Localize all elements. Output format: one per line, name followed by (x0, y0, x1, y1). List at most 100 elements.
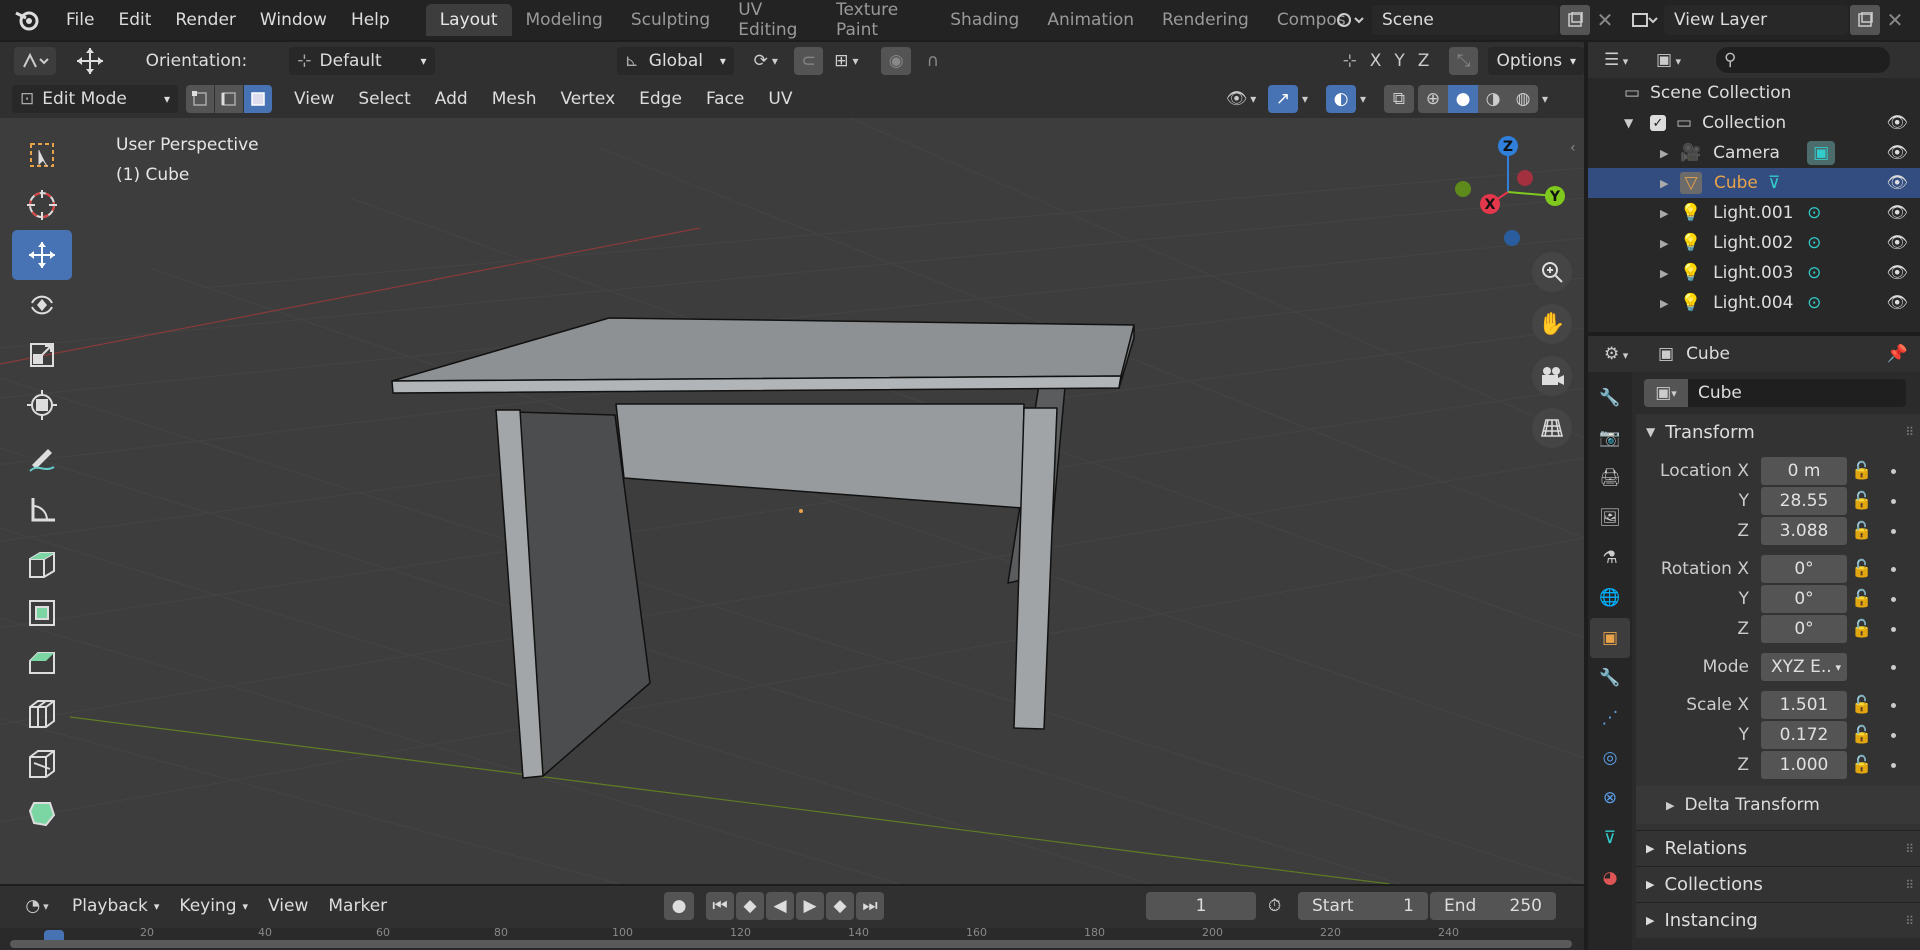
eye-icon[interactable]: 👁 (1886, 203, 1908, 223)
bevel-tool[interactable] (12, 638, 72, 688)
rotation-x-field[interactable]: 0° (1761, 555, 1847, 583)
eye-icon[interactable]: 👁 (1886, 173, 1908, 193)
lock-icon[interactable]: 🔓 (1847, 589, 1877, 609)
scale-x-field[interactable]: 1.501 (1761, 691, 1847, 719)
scale-z-field[interactable]: 1.000 (1761, 751, 1847, 779)
location-z-field[interactable]: 3.088 (1761, 517, 1847, 545)
lock-icon[interactable]: 🔓 (1847, 521, 1877, 541)
pin-icon[interactable]: 📌 (1887, 344, 1908, 364)
rotation-z-field[interactable]: 0° (1761, 615, 1847, 643)
outliner-item-light-003[interactable]: ▶ 💡 Light.003 ⊙ 👁 (1588, 258, 1920, 288)
annotate-tool[interactable] (12, 434, 72, 484)
lock-icon[interactable]: 🔓 (1847, 619, 1877, 639)
snap-target-dropdown[interactable]: ⊞ ▾ (823, 47, 869, 75)
rendered-shading-icon[interactable]: ◍ (1508, 89, 1538, 109)
menu-add[interactable]: Add (423, 80, 480, 118)
rotate-tool[interactable] (12, 280, 72, 330)
drag-handle-icon[interactable]: ⠿ (1905, 914, 1914, 928)
object-type-dropdown[interactable]: ▣ ▾ (1644, 379, 1688, 407)
new-view-layer-icon[interactable] (1850, 5, 1880, 35)
knife-tool[interactable] (12, 738, 72, 788)
face-select-icon[interactable] (244, 85, 272, 113)
next-keyframe-icon[interactable]: ◆ (826, 892, 854, 920)
keyframe-dot[interactable] (1891, 664, 1896, 670)
auto-merge-icon[interactable]: ⤡ (1448, 47, 1479, 75)
collection-checkbox[interactable]: ✓ (1650, 115, 1666, 131)
measure-tool[interactable] (12, 484, 72, 534)
particles-tab-icon[interactable]: ⋰ (1590, 698, 1630, 738)
view-layer-icon[interactable] (1624, 4, 1664, 36)
overlay-dropdown[interactable]: ▾ (1360, 92, 1380, 106)
lock-icon[interactable]: 🔓 (1847, 755, 1877, 775)
expand-arrow-icon[interactable]: ▶ (1660, 207, 1680, 220)
prev-keyframe-icon[interactable]: ◆ (736, 892, 764, 920)
object-name-field[interactable]: Cube (1688, 379, 1906, 407)
render-tab-icon[interactable]: 📷 (1590, 418, 1630, 458)
frame-ruler[interactable]: 20 40 60 80 100 120 140 160 180 200 220 … (0, 928, 1584, 950)
sidebar-toggle-icon[interactable]: ‹ (1570, 140, 1576, 156)
mirror-x-toggle[interactable]: X (1365, 47, 1387, 75)
3d-viewport[interactable]: Orientation: ⊹ Default ▾ ⊾ Global ▾ ⟳ ▾ ⊂… (0, 42, 1584, 884)
vertex-select-icon[interactable] (186, 85, 214, 113)
eye-icon[interactable]: 👁 (1886, 293, 1908, 313)
poly-build-tool[interactable] (12, 788, 72, 838)
move-tool[interactable] (12, 230, 72, 280)
transform-orientation-dropdown[interactable]: ⊾ Global ▾ (616, 47, 734, 75)
location-y-field[interactable]: 28.55 (1761, 487, 1847, 515)
lock-icon[interactable]: 🔓 (1847, 491, 1877, 511)
jump-end-icon[interactable]: ⏭ (856, 892, 884, 920)
keyframe-dot[interactable] (1891, 762, 1896, 768)
play-icon[interactable]: ▶ (796, 892, 824, 920)
pivot-point-dropdown[interactable]: ⟳ ▾ (742, 47, 790, 75)
drag-handle-icon[interactable]: ⠿ (1905, 425, 1914, 439)
neg-y-axis-handle[interactable] (1455, 181, 1471, 197)
neg-x-axis-handle[interactable] (1517, 170, 1533, 186)
scale-y-field[interactable]: 0.172 (1761, 721, 1847, 749)
mode-dropdown[interactable]: ⊡ Edit Mode ▾ (12, 85, 178, 113)
menu-view[interactable]: View (282, 80, 346, 118)
stopwatch-icon[interactable]: ⏱ (1268, 892, 1292, 920)
expand-arrow-icon[interactable]: ▼ (1624, 116, 1650, 130)
tab-sculpting[interactable]: Sculpting (617, 4, 724, 36)
loop-cut-tool[interactable] (12, 688, 72, 738)
gizmo-dropdown[interactable]: ▾ (1302, 92, 1322, 106)
drag-handle-icon[interactable]: ⠿ (1905, 878, 1914, 892)
play-reverse-icon[interactable]: ◀ (766, 892, 794, 920)
tab-shading[interactable]: Shading (936, 4, 1033, 36)
delete-view-layer-icon[interactable]: ✕ (1880, 5, 1910, 35)
expand-arrow-icon[interactable]: ▶ (1660, 267, 1680, 280)
expand-arrow-icon[interactable]: ▶ (1660, 237, 1680, 250)
rotation-y-field[interactable]: 0° (1761, 585, 1847, 613)
outliner-item-light-004[interactable]: ▶ 💡 Light.004 ⊙ 👁 (1588, 288, 1920, 318)
instancing-panel[interactable]: ▶ Instancing ⠿ (1636, 902, 1920, 938)
snap-toggle-icon[interactable]: ⊂ (793, 47, 824, 75)
outliner-search-input[interactable]: ⚲ (1716, 47, 1890, 73)
visibility-dropdown[interactable]: 👁 ▾ (1218, 85, 1264, 113)
menu-edit[interactable]: Edit (106, 0, 163, 40)
blender-logo-icon[interactable] (0, 0, 54, 40)
editor-type-icon[interactable]: ⚙ ▾ (1604, 344, 1658, 364)
pan-hand-icon[interactable]: ✋ (1532, 304, 1572, 344)
lock-icon[interactable]: 🔓 (1847, 695, 1877, 715)
wireframe-shading-icon[interactable]: ⊕ (1418, 89, 1448, 109)
view-layer-field[interactable]: View Layer (1664, 5, 1848, 35)
world-tab-icon[interactable]: 🌐 (1590, 578, 1630, 618)
object-tab-icon[interactable]: ▣ (1590, 618, 1630, 658)
outliner-item-light-001[interactable]: ▶ 💡 Light.001 ⊙ 👁 (1588, 198, 1920, 228)
scene-icon[interactable] (1328, 4, 1372, 36)
edge-select-icon[interactable] (215, 85, 243, 113)
modifier-tab-icon[interactable]: 🔧 (1590, 658, 1630, 698)
tool-selector-icon[interactable] (14, 47, 56, 75)
keyframe-dot[interactable] (1891, 528, 1896, 534)
scene-name-field[interactable]: Scene (1372, 5, 1558, 35)
menu-vertex[interactable]: Vertex (548, 80, 627, 118)
eye-icon[interactable]: 👁 (1886, 113, 1908, 133)
scene-collection-row[interactable]: ▭ Scene Collection (1588, 78, 1920, 108)
menu-timeline-view[interactable]: View (258, 886, 318, 926)
tab-layout[interactable]: Layout (425, 4, 512, 36)
end-frame-field[interactable]: End 250 (1430, 892, 1556, 920)
options-dropdown[interactable]: Options ▾ (1488, 47, 1584, 75)
menu-render[interactable]: Render (163, 0, 248, 40)
new-scene-icon[interactable] (1560, 5, 1590, 35)
orientation-dropdown[interactable]: ⊹ Default ▾ (289, 47, 435, 75)
